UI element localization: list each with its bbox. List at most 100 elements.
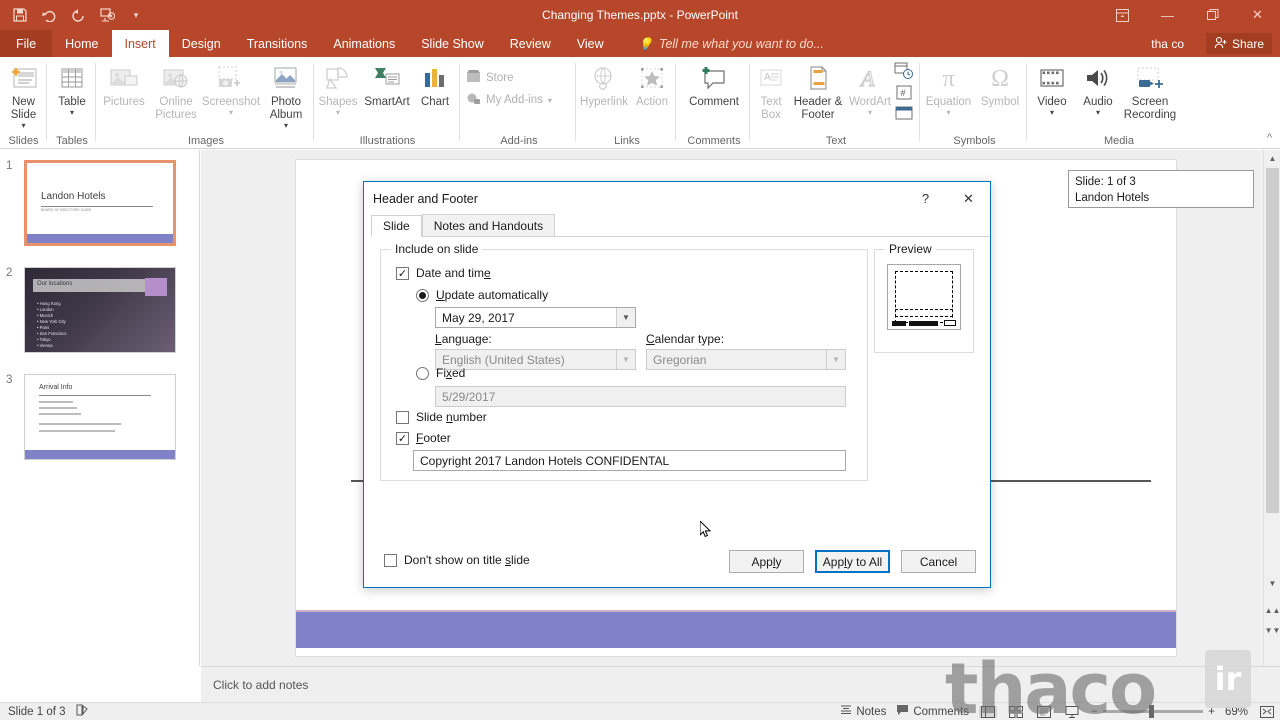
tell-me-search[interactable]: 💡 Tell me what you want to do... — [638, 30, 824, 57]
ribbon-label-my-addins: My Add-ins — [486, 94, 543, 106]
radio-circle[interactable] — [416, 366, 429, 380]
chevron-down-icon[interactable]: ▾ — [284, 122, 288, 130]
minimize-button[interactable]: — — [1145, 0, 1190, 30]
ribbon-button-screen-recording[interactable]: Screen Recording — [1121, 60, 1179, 122]
chevron-down-icon: ▾ — [946, 108, 951, 117]
ribbon-button-header-footer[interactable]: Header & Footer — [790, 60, 846, 122]
chevron-down-icon[interactable]: ▼ — [616, 308, 635, 327]
radio-circle[interactable] — [416, 288, 429, 302]
apply-to-all-button[interactable]: Apply to All — [815, 550, 890, 573]
thumbnail-frame[interactable]: Landon Hotels BOARD OF DIRECTORS GUIDE — [24, 160, 176, 246]
ribbon-button-smartart[interactable]: SmartArt — [361, 60, 413, 109]
update-automatically-radio[interactable]: Update automatically — [416, 288, 548, 302]
footer-checkbox[interactable]: ✓ Footer — [396, 431, 451, 445]
tab-view[interactable]: View — [564, 30, 617, 57]
customize-qat-icon[interactable]: ▾ — [126, 5, 146, 25]
cancel-button[interactable]: Cancel — [901, 550, 976, 573]
tab-review[interactable]: Review — [497, 30, 564, 57]
fit-slide-to-window-button[interactable] — [1258, 705, 1276, 718]
zoom-slider[interactable]: − + — [1091, 705, 1215, 718]
comments-toggle-button[interactable]: Comments — [896, 704, 969, 719]
ribbon-button-video[interactable]: Video ▾ — [1029, 60, 1075, 117]
date-format-combobox[interactable]: May 29, 2017 ▼ — [435, 307, 636, 328]
object-icon[interactable] — [894, 106, 914, 124]
thumbnail-slide-3[interactable]: 3 Arrival Info — [0, 374, 200, 466]
checkbox-box[interactable] — [384, 553, 397, 567]
slide-number-icon[interactable]: # — [894, 85, 914, 104]
fixed-radio[interactable]: Fixed — [416, 366, 465, 380]
thumbnail-frame[interactable]: Our locations • Hong Kong • London • Mun… — [24, 267, 176, 353]
date-time-icon[interactable] — [894, 62, 914, 83]
slide-thumbnail-pane[interactable]: 1 Landon Hotels BOARD OF DIRECTORS GUIDE… — [0, 150, 200, 666]
ribbon-button-chart[interactable]: Chart — [413, 60, 457, 109]
start-slideshow-icon[interactable] — [97, 5, 117, 25]
slide-sorter-view-button[interactable] — [1007, 705, 1025, 718]
redo-icon[interactable] — [68, 5, 88, 25]
account-name[interactable]: tha co — [1151, 30, 1184, 57]
chevron-down-icon[interactable]: ▾ — [70, 109, 74, 117]
ribbon-label-chart: Chart — [420, 96, 450, 108]
collapse-ribbon-icon[interactable]: ^ — [1267, 132, 1272, 144]
notes-page-icon[interactable] — [76, 704, 90, 719]
ribbon-label-hyperlink: Hyperlink — [580, 96, 628, 108]
slide-indicator[interactable]: Slide 1 of 3 — [8, 706, 66, 718]
dialog-close-button[interactable]: ✕ — [947, 182, 990, 215]
tab-animations[interactable]: Animations — [320, 30, 408, 57]
dialog-tab-notes-and-handouts[interactable]: Notes and Handouts — [421, 214, 556, 236]
zoom-out-button[interactable]: − — [1091, 706, 1098, 718]
scroll-up-arrow-icon[interactable]: ▲ — [1264, 150, 1280, 167]
share-button[interactable]: Share — [1205, 33, 1272, 54]
vertical-scrollbar[interactable]: ▲ ▼ ▲▲ ▼▼ — [1263, 150, 1280, 666]
tab-insert[interactable]: Insert — [111, 30, 169, 57]
chevron-down-icon[interactable]: ▾ — [1096, 109, 1100, 117]
save-icon[interactable] — [10, 5, 30, 25]
ribbon-button-photo-album[interactable]: Photo Album ▾ — [260, 60, 312, 130]
restore-button[interactable] — [1190, 0, 1235, 30]
thumbnail-slide-1[interactable]: 1 Landon Hotels BOARD OF DIRECTORS GUIDE — [0, 160, 200, 252]
header-and-footer-dialog[interactable]: Header and Footer ? ✕ Slide Notes and Ha… — [363, 181, 991, 588]
scrollbar-thumb[interactable] — [1266, 168, 1279, 513]
include-on-slide-group: Include on slide ✓ Date and time Update … — [380, 242, 868, 481]
ribbon-button-new-slide[interactable]: New Slide ▾ — [0, 60, 47, 130]
normal-view-button[interactable] — [978, 705, 997, 718]
dialog-tab-slide[interactable]: Slide — [371, 215, 422, 237]
ribbon-button-audio[interactable]: Audio ▾ — [1075, 60, 1121, 117]
dont-show-on-title-slide-checkbox[interactable]: Don't show on title slide — [384, 553, 530, 567]
ribbon-button-table[interactable]: Table ▾ — [48, 60, 96, 117]
thumbnail-slide-2[interactable]: 2 Our locations • Hong Kong • London • M… — [0, 267, 200, 359]
tab-file[interactable]: File — [0, 30, 53, 57]
scroll-down-arrow-icon[interactable]: ▼ — [1264, 575, 1280, 592]
tab-transitions[interactable]: Transitions — [234, 30, 321, 57]
mouse-cursor — [700, 521, 712, 538]
chevron-down-icon[interactable]: ▾ — [1050, 109, 1054, 117]
chevron-down-icon[interactable]: ▾ — [21, 122, 25, 130]
zoom-knob[interactable] — [1148, 705, 1154, 718]
tab-slide-show[interactable]: Slide Show — [408, 30, 497, 57]
tab-design[interactable]: Design — [169, 30, 234, 57]
checkbox-box[interactable]: ✓ — [396, 266, 409, 280]
undo-icon[interactable] — [39, 5, 59, 25]
apply-button[interactable]: Apply — [729, 550, 804, 573]
svg-text:#: # — [901, 88, 906, 98]
dialog-help-button[interactable]: ? — [904, 182, 947, 215]
footer-text-input[interactable]: Copyright 2017 Landon Hotels CONFIDENTAL — [413, 450, 846, 471]
checkbox-box[interactable] — [396, 410, 409, 424]
notes-pane[interactable]: Click to add notes — [201, 666, 1280, 702]
date-and-time-checkbox[interactable]: ✓ Date and time — [396, 266, 491, 280]
previous-slide-icon[interactable]: ▲▲ — [1264, 602, 1280, 619]
checkbox-box[interactable]: ✓ — [396, 431, 409, 445]
reading-view-button[interactable] — [1035, 705, 1053, 718]
notes-toggle-button[interactable]: Notes — [840, 704, 886, 719]
tab-home[interactable]: Home — [52, 30, 111, 57]
zoom-track[interactable] — [1102, 705, 1204, 718]
thumbnail-frame[interactable]: Arrival Info — [24, 374, 176, 460]
slide-show-view-button[interactable] — [1063, 705, 1081, 718]
ribbon-group-label-illustrations: Illustrations — [359, 135, 416, 147]
ribbon-display-options-icon[interactable] — [1100, 0, 1145, 30]
next-slide-icon[interactable]: ▼▼ — [1264, 622, 1280, 639]
fixed-date-input[interactable]: 5/29/2017 — [435, 386, 846, 407]
close-button[interactable]: ✕ — [1235, 0, 1280, 30]
ribbon-button-wordart: A WordArt ▾ — [846, 60, 894, 117]
ribbon-button-comment[interactable]: Comment — [678, 60, 750, 109]
slide-number-checkbox[interactable]: Slide number — [396, 410, 487, 424]
